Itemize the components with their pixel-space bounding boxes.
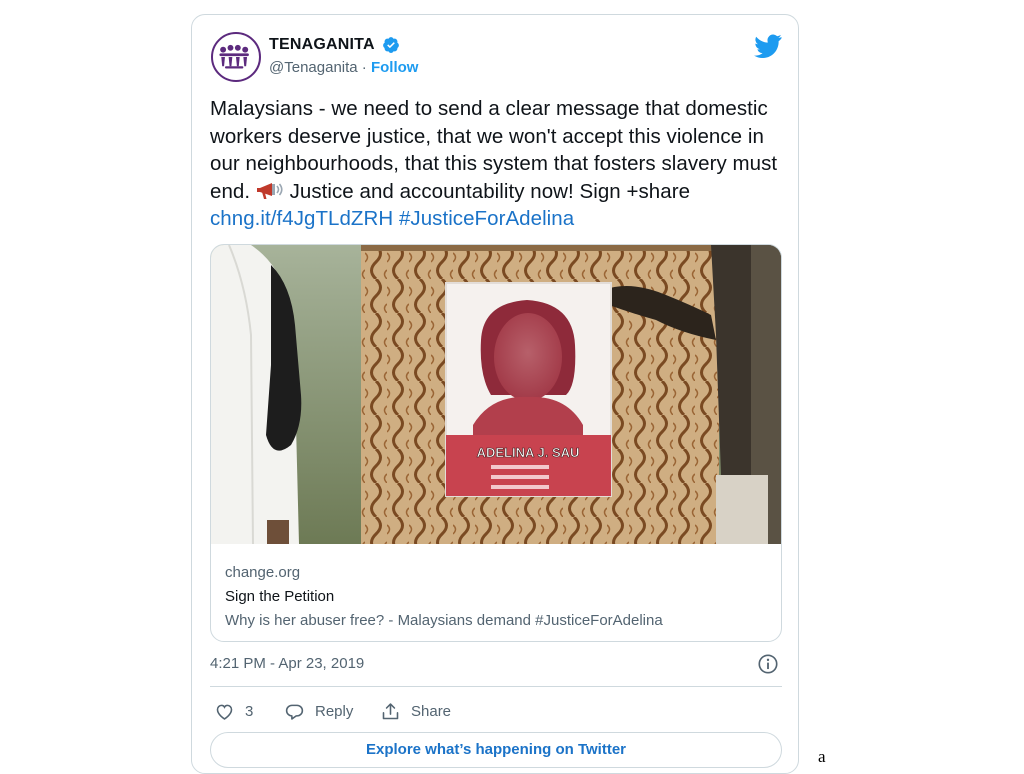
tweet-timestamp[interactable]: 4:21 PM - Apr 23, 2019 — [210, 655, 364, 672]
user-info: TENAGANITA @Tenaganita · Follow — [269, 36, 418, 76]
like-count: 3 — [245, 703, 254, 720]
display-name[interactable]: TENAGANITA — [269, 36, 375, 54]
preview-image[interactable]: ADELINA J. SAU — [211, 245, 781, 544]
separator: · — [361, 59, 367, 77]
reply-button[interactable]: Reply — [284, 701, 353, 722]
heart-icon — [216, 704, 233, 720]
share-label: Share — [411, 703, 452, 720]
preview-description: Why is her abuser free? - Malaysians dem… — [225, 612, 663, 629]
megaphone-icon — [256, 182, 283, 199]
tweet-body-continued: Justice and accountability now! Sign +sh… — [283, 179, 691, 203]
avatar[interactable] — [211, 32, 261, 82]
handle[interactable]: @Tenaganita — [269, 59, 358, 76]
like-button[interactable]: 3 — [214, 701, 253, 722]
preview-domain: change.org — [225, 564, 301, 581]
avatar-logo — [213, 34, 255, 76]
poster-name: ADELINA J. SAU — [477, 445, 580, 460]
hashtag-link[interactable]: #JusticeForAdelina — [399, 207, 574, 230]
reply-label: Reply — [315, 703, 354, 720]
tweet-embed-card: TENAGANITA @Tenaganita · Follow Malaysia… — [191, 14, 799, 774]
petition-link[interactable]: chng.it/f4JgTLdZRH — [210, 207, 393, 230]
twitter-bird-icon[interactable] — [754, 34, 782, 58]
explore-twitter-button[interactable]: Explore what’s happening on Twitter — [210, 732, 782, 768]
follow-button[interactable]: Follow — [371, 59, 419, 76]
tweet-text: Malaysians - we need to send a clear mes… — [210, 95, 785, 233]
info-icon[interactable] — [757, 653, 779, 675]
share-icon — [382, 703, 399, 720]
preview-meta: change.org Sign the Petition Why is her … — [225, 561, 663, 633]
share-button[interactable]: Share — [380, 701, 451, 722]
link-preview-card[interactable]: ADELINA J. SAU change.org Sign the Petit… — [210, 244, 782, 642]
reply-icon — [285, 704, 304, 720]
stray-letter: a — [818, 747, 826, 766]
verified-badge-icon — [383, 37, 400, 53]
divider — [210, 686, 782, 687]
preview-title: Sign the Petition — [225, 588, 335, 605]
